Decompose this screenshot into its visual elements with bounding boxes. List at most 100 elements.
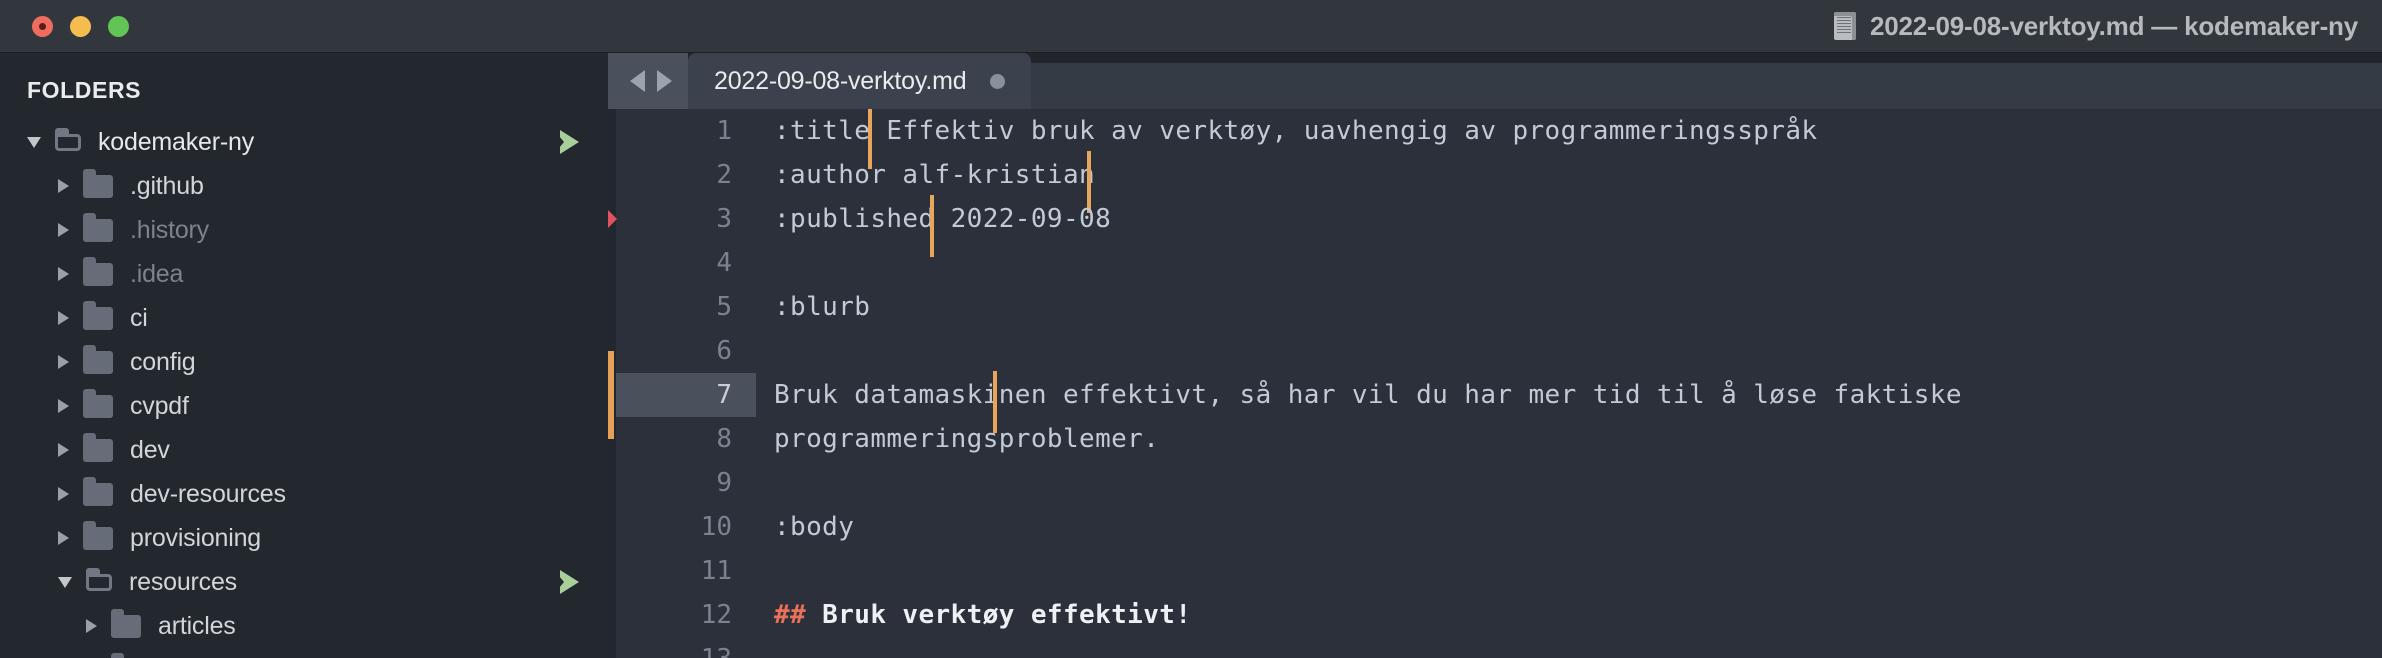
tab-active[interactable]: 2022-09-08-verktoy.md [688, 53, 1032, 109]
code-line[interactable]: 6 [616, 329, 2382, 373]
code-text[interactable]: :blurb [756, 292, 2382, 322]
folder-icon [83, 432, 113, 462]
line-number: 9 [716, 468, 732, 498]
line-number: 8 [716, 424, 732, 454]
cursor-rail-marker[interactable] [608, 351, 614, 439]
file-tree-sidebar[interactable]: FOLDERS kodemaker-ny .github .history .idea… [0, 53, 608, 658]
tree-item-dev[interactable]: dev [0, 428, 608, 472]
tree-item-ci[interactable]: ci [0, 296, 608, 340]
line-number: 5 [716, 292, 732, 322]
folder-icon [83, 476, 113, 506]
code-text[interactable]: :author alf-kristian [756, 151, 2382, 213]
tree-item-dot-idea[interactable]: .idea [0, 252, 608, 296]
tab-modified-indicator[interactable] [990, 73, 1006, 89]
code-text[interactable]: :published 2022-09-08 [756, 195, 2382, 257]
tree-item-label: .github [130, 171, 204, 200]
folder-icon [83, 520, 113, 550]
code-line[interactable]: 8 programmeringsproblemer. [616, 417, 2382, 461]
code-line[interactable]: 12 ## Bruk verktøy effektivt! [616, 593, 2382, 637]
maximize-window-button[interactable] [108, 15, 129, 37]
chevron-right-icon[interactable] [58, 179, 69, 193]
tree-item-label: resources [129, 567, 237, 596]
tree-item-kodemaker-ny[interactable]: kodemaker-ny [0, 120, 608, 164]
chevron-right-icon[interactable] [58, 531, 69, 545]
folder-icon [83, 168, 113, 198]
code-span: :author alf-kristian [774, 160, 1096, 190]
folder-tree[interactable]: kodemaker-ny .github .history .idea ci config… [0, 120, 608, 658]
folder-icon [83, 300, 113, 330]
chevron-down-icon[interactable] [58, 576, 72, 588]
chevron-right-icon[interactable] [58, 399, 69, 413]
chevron-right-icon[interactable] [58, 267, 69, 281]
code-span: :title Effektiv bruk av verktøy, uavheng… [774, 116, 1818, 146]
code-line[interactable]: 7 Bruk datamaskinen effektivt, så har vil… [616, 371, 2382, 433]
tree-item-blog[interactable]: blog [0, 648, 608, 658]
arrow-right-icon[interactable] [657, 70, 672, 92]
folder-open-icon [86, 567, 112, 591]
arrow-left-icon[interactable] [630, 70, 645, 92]
folder-icon [111, 608, 141, 638]
tab-bar[interactable]: 2022-09-08-verktoy.md [608, 53, 2382, 109]
window-title-group: 2022-09-08-verktoy.md — kodemaker-ny [1834, 0, 2358, 52]
close-window-button[interactable] [32, 15, 53, 37]
line-number: 10 [700, 512, 732, 542]
tree-item-config[interactable]: config [0, 340, 608, 384]
tree-item-provisioning[interactable]: provisioning [0, 516, 608, 560]
tree-item-dev-resources[interactable]: dev-resources [0, 472, 608, 516]
line-number: 2 [716, 160, 732, 190]
code-text[interactable]: programmeringsproblemer. [756, 424, 2382, 454]
git-status-badge-icon [554, 570, 579, 594]
line-number: 12 [700, 600, 732, 630]
window-title: 2022-09-08-verktoy.md — kodemaker-ny [1870, 10, 2358, 41]
code-text[interactable]: :body [756, 512, 2382, 542]
chevron-right-icon[interactable] [58, 487, 69, 501]
code-line[interactable]: 1:title Effektiv bruk av verktøy, uavhen… [616, 109, 2382, 169]
chevron-down-icon[interactable] [27, 136, 41, 148]
chevron-right-icon[interactable] [58, 355, 69, 369]
gutter-marker-rail[interactable] [608, 109, 617, 658]
tree-item-label: kodemaker-ny [98, 127, 254, 156]
code-line[interactable]: 10 :body [616, 505, 2382, 549]
code-line[interactable]: 13 [616, 637, 2382, 658]
tab-nav-arrows[interactable] [608, 53, 688, 109]
chevron-right-icon[interactable] [58, 223, 69, 237]
code-text[interactable]: Bruk datamaskinen effektivt, så har vil … [756, 371, 2382, 433]
tree-item-articles[interactable]: articles [0, 604, 608, 648]
heading-text: Bruk verktøy effektivt! [806, 600, 1192, 630]
line-number: 11 [700, 556, 732, 586]
folder-icon [83, 388, 113, 418]
code-line[interactable]: 11 [616, 549, 2382, 593]
tree-item-resources[interactable]: resources [0, 560, 608, 604]
code-line[interactable]: 2 :author alf-kristian [616, 151, 2382, 213]
window-controls [32, 15, 129, 37]
code-lines[interactable]: 1:title Effektiv bruk av verktøy, uavhen… [616, 109, 2382, 658]
folder-icon [83, 212, 113, 242]
tab-bar-filler [1031, 63, 2382, 109]
code-line[interactable]: 9 [616, 461, 2382, 505]
tree-item-dot-history[interactable]: .history [0, 208, 608, 252]
chevron-right-icon[interactable] [86, 619, 97, 633]
code-editor[interactable]: 1:title Effektiv bruk av verktøy, uavhen… [608, 109, 2382, 658]
code-span: Bruk datamaskinen effektivt, så har vil … [774, 380, 1962, 410]
line-number: 13 [616, 637, 756, 658]
code-line[interactable]: 3:published 2022-09-08 [616, 195, 2382, 257]
minimize-window-button[interactable] [70, 15, 91, 37]
chevron-right-icon[interactable] [58, 443, 69, 457]
folder-icon [83, 344, 113, 374]
line-number: 6 [716, 336, 732, 366]
tree-item-label: dev-resources [130, 479, 286, 508]
line-number: 4 [716, 248, 732, 278]
tree-item-label: ci [130, 303, 148, 332]
tree-item-label: provisioning [130, 523, 262, 552]
code-text[interactable]: ## Bruk verktøy effektivt! [756, 600, 2382, 630]
code-line[interactable]: 4 [616, 241, 2382, 285]
code-line[interactable]: 5 :blurb [616, 285, 2382, 329]
folder-open-icon [55, 127, 81, 151]
tab-label: 2022-09-08-verktoy.md [714, 66, 967, 95]
code-text[interactable]: :title Effektiv bruk av verktøy, uavheng… [756, 109, 2382, 169]
code-span: :published 2022-09-08 [774, 204, 1112, 234]
line-number: 7 [616, 373, 756, 417]
tree-item-cvpdf[interactable]: cvpdf [0, 384, 608, 428]
chevron-right-icon[interactable] [58, 311, 69, 325]
tree-item-dot-github[interactable]: .github [0, 164, 608, 208]
